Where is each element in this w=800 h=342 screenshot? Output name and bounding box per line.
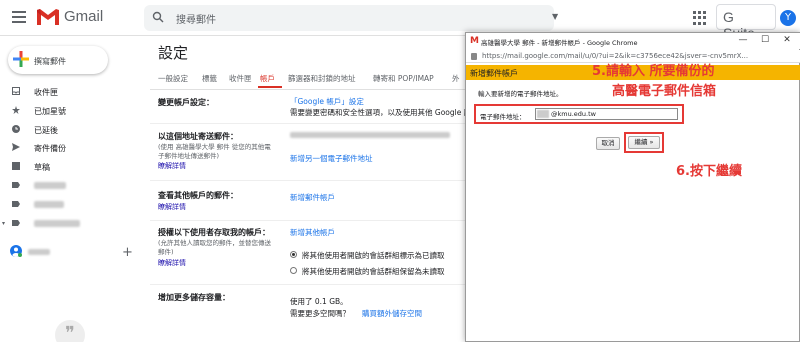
tab-divider [150, 89, 470, 90]
account-avatar[interactable]: Y [780, 10, 796, 26]
label-icon [12, 220, 20, 226]
send-as-address-blurred [290, 132, 450, 138]
google-account-settings-link[interactable]: 「Google 帳戶」設定 [290, 96, 364, 107]
grant-access-sub-2: 郵件) [158, 248, 174, 256]
close-icon[interactable]: ✕ [778, 35, 796, 45]
gmail-favicon-icon: M [470, 36, 479, 46]
popup-header-title: 新增郵件帳戶 [470, 69, 518, 78]
main-menu-icon[interactable] [12, 11, 26, 23]
hangouts-user-name[interactable] [28, 249, 50, 255]
tab-general[interactable]: 一般設定 [158, 73, 188, 84]
sidebar-item-blurred[interactable] [34, 220, 80, 227]
grant-access-sub-1: (允許其他人讀取您的郵件，並替您傳送 [158, 239, 272, 247]
gmail-wordmark: Gmail [64, 8, 104, 25]
check-mail-label: 查看其他帳戶的郵件： [158, 191, 238, 200]
page-title: 設定 [158, 44, 189, 62]
tab-inbox[interactable]: 收件匣 [229, 73, 252, 84]
send-as-learn-more-link[interactable]: 瞭解詳情 [158, 161, 186, 171]
sidebar-item-drafts[interactable]: 草稿 [34, 162, 50, 173]
sidebar-item-blurred[interactable] [34, 201, 64, 208]
row-divider [150, 220, 470, 221]
apps-grid-icon[interactable] [693, 11, 707, 25]
clock-icon [12, 125, 20, 133]
inbox-icon [12, 87, 20, 95]
tab-labels[interactable]: 標籤 [202, 73, 217, 84]
change-settings-desc: 需要變更密碼和安全性選項，以及使用其他 Google 服 [290, 108, 465, 117]
hangouts-quote-icon: ❞ [55, 320, 85, 342]
add-another-address-link[interactable]: 新增另一個電子郵件地址 [290, 153, 373, 164]
step5-annotation-line1: 5.請輸入 所要備份的 [592, 64, 715, 79]
sidebar-item-starred[interactable]: 已加星號 [34, 106, 66, 117]
grant-access-learn-more-link[interactable]: 瞭解詳情 [158, 258, 186, 268]
send-as-sub-1: (使用 高雄醫學大學 郵件 從您的其他電 [158, 143, 271, 151]
sidebar-item-sent[interactable]: 寄件備份 [34, 143, 66, 154]
popup-instruction: 輸入要新增的電子郵件地址。 [478, 90, 563, 98]
gmail-logo-icon[interactable] [36, 8, 60, 26]
buy-storage-link[interactable]: 購買額外儲存空間 [362, 308, 422, 319]
change-settings-label: 變更帳戶設定： [158, 98, 214, 107]
email-input-value[interactable]: @kmu.edu.tw [551, 110, 596, 118]
email-field-label: 電子郵件地址： [480, 113, 526, 121]
grant-access-label: 授權以下使用者存取我的帳戶： [158, 228, 270, 237]
lock-icon [471, 53, 477, 60]
storage-need-more: 需要更多空間嗎？ [290, 309, 350, 318]
storage-used: 使用了 0.1 GB。 [290, 297, 348, 306]
expand-arrow-icon[interactable]: ▾ [2, 220, 5, 227]
add-hangout-icon[interactable]: + [122, 245, 133, 260]
gsuite-logo[interactable]: G Suite [716, 4, 776, 41]
step6-annotation: 6.按下繼續 [676, 164, 742, 179]
row-divider [150, 284, 470, 285]
tab-filters[interactable]: 篩選器和封鎖的地址 [288, 73, 356, 84]
tab-more[interactable]: 外 [452, 73, 460, 84]
compose-plus-icon [13, 51, 29, 67]
add-another-account-link[interactable]: 新增其他帳戶 [290, 227, 335, 238]
draft-icon [12, 162, 20, 170]
send-as-label: 以這個地址寄送郵件： [158, 132, 238, 141]
sidebar-item-blurred[interactable] [34, 182, 66, 189]
step5-annotation-line2: 高醫電子郵件信箱 [612, 84, 717, 99]
mark-read-option-label[interactable]: 將其他使用者開啟的會話群組標示為已讀取 [302, 250, 464, 261]
compose-label: 撰寫郵件 [34, 57, 66, 66]
sidebar-item-snoozed[interactable]: 已延後 [34, 125, 58, 136]
popup-url[interactable]: https://mail.google.com/mail/u/0/?ui=2&i… [482, 52, 797, 60]
tab-forwarding[interactable]: 轉寄和 POP/IMAP [373, 73, 434, 84]
search-placeholder[interactable]: 搜尋郵件 [176, 11, 216, 26]
maximize-icon[interactable]: ☐ [756, 35, 774, 45]
leave-unread-option-label[interactable]: 將其他使用者開啟的會話群組保留為未讀取 [302, 266, 464, 277]
add-mail-account-link[interactable]: 新增郵件帳戶 [290, 192, 335, 203]
email-username-blurred [537, 110, 549, 118]
popup-title: 高雄醫學大學 郵件 - 新增郵件帳戶 - Google Chrome [481, 39, 638, 47]
send-icon [12, 143, 20, 151]
next-button[interactable]: 繼續 » [628, 136, 660, 149]
storage-label: 增加更多儲存容量： [158, 293, 230, 302]
check-mail-learn-more-link[interactable]: 瞭解詳情 [158, 202, 186, 212]
send-as-sub-2: 子郵件地址傳送郵件) [158, 152, 220, 160]
star-icon [12, 106, 20, 114]
search-icon[interactable] [152, 11, 164, 23]
minimize-icon[interactable]: — [734, 35, 752, 45]
label-icon [12, 201, 20, 207]
gmail-settings-page: Gmail 搜尋郵件 ▼ G Suite Y 撰寫郵件 收件匣 已加星號 已延後… [0, 0, 800, 342]
hangouts-avatar-icon[interactable] [10, 245, 22, 257]
label-icon [12, 182, 20, 188]
search-options-icon[interactable]: ▼ [552, 12, 558, 21]
mark-read-radio[interactable] [290, 251, 297, 258]
row-divider [150, 180, 470, 181]
tab-accounts[interactable]: 帳戶 [260, 73, 275, 84]
active-tab-indicator [258, 86, 282, 88]
row-divider [150, 123, 470, 124]
leave-unread-radio[interactable] [290, 267, 297, 274]
cancel-button[interactable]: 取消 [596, 137, 620, 150]
sidebar-item-inbox[interactable]: 收件匣 [34, 87, 58, 98]
